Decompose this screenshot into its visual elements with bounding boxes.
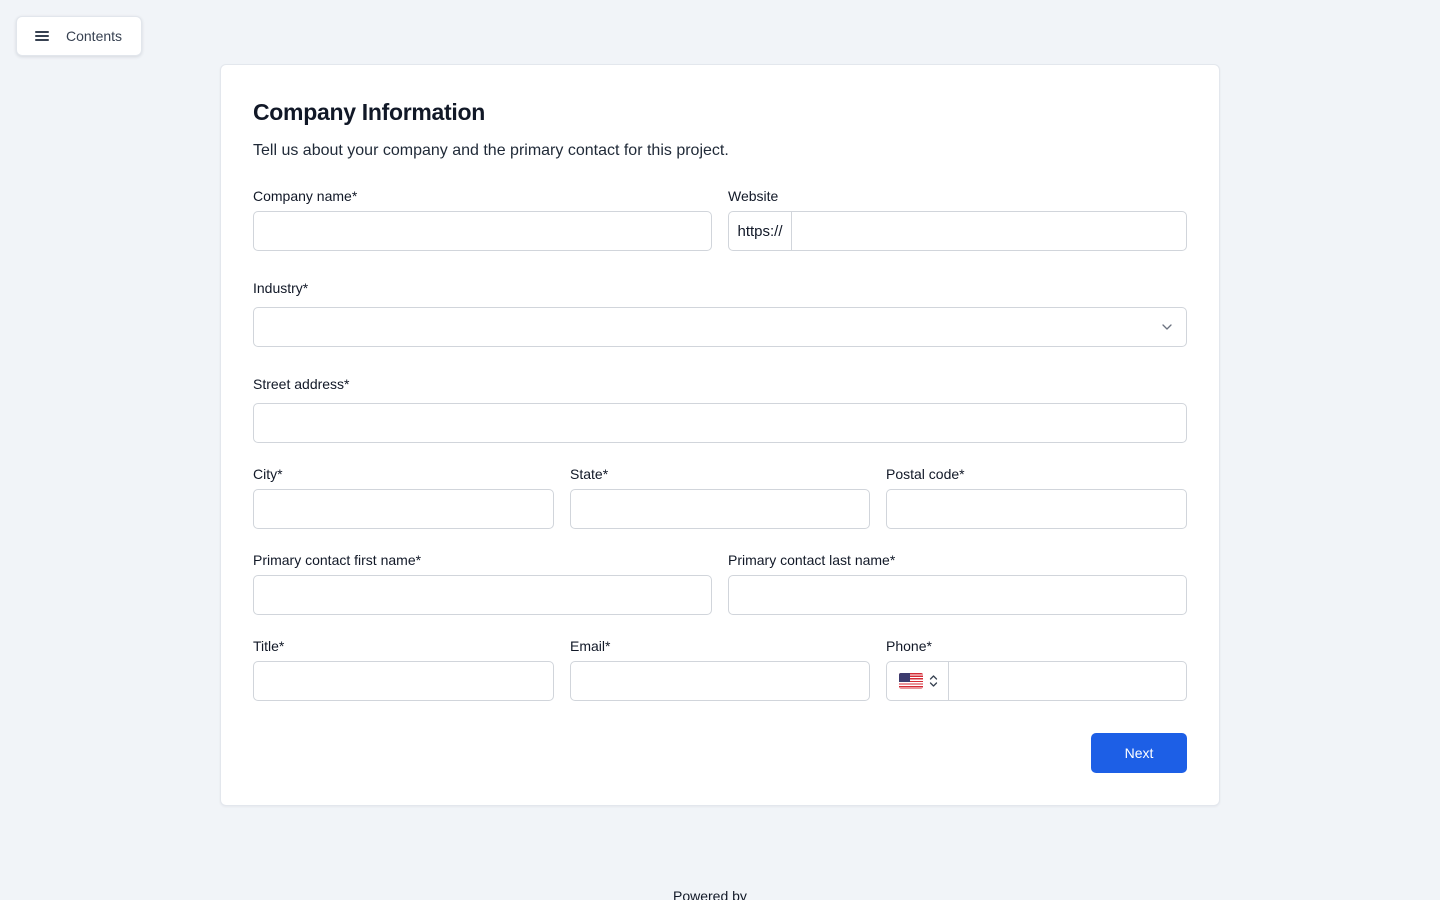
city-input[interactable] bbox=[253, 489, 554, 529]
street-address-label: Street address* bbox=[253, 376, 350, 392]
state-label: State* bbox=[570, 466, 609, 482]
menu-icon bbox=[35, 31, 49, 41]
website-label: Website bbox=[728, 188, 779, 204]
first-name-input[interactable] bbox=[253, 575, 712, 615]
title-input[interactable] bbox=[253, 661, 554, 701]
phone-country-select[interactable] bbox=[887, 662, 949, 700]
industry-select[interactable] bbox=[253, 307, 1187, 347]
page-title: Company Information bbox=[253, 99, 485, 125]
email-label: Email* bbox=[570, 638, 611, 654]
page-subtitle: Tell us about your company and the prima… bbox=[253, 142, 729, 159]
powered-by-text: Powered by bbox=[673, 888, 747, 900]
title-label: Title* bbox=[253, 638, 285, 654]
website-prefix: https:// bbox=[729, 212, 792, 250]
website-input[interactable] bbox=[792, 212, 1186, 250]
next-button[interactable]: Next bbox=[1091, 733, 1187, 773]
phone-field bbox=[886, 661, 1187, 701]
postal-code-label: Postal code* bbox=[886, 466, 965, 482]
website-field: https:// bbox=[728, 211, 1187, 251]
contents-button-label: Contents bbox=[66, 28, 123, 44]
us-flag-icon bbox=[899, 673, 923, 689]
last-name-input[interactable] bbox=[728, 575, 1187, 615]
last-name-label: Primary contact last name* bbox=[728, 552, 896, 568]
company-name-input[interactable] bbox=[253, 211, 712, 251]
phone-input[interactable] bbox=[949, 662, 1186, 700]
contents-button[interactable]: Contents bbox=[16, 16, 142, 56]
company-name-label: Company name* bbox=[253, 188, 358, 204]
city-label: City* bbox=[253, 466, 283, 482]
chevron-down-icon bbox=[1162, 324, 1172, 330]
first-name-label: Primary contact first name* bbox=[253, 552, 422, 568]
phone-label: Phone* bbox=[886, 638, 932, 654]
street-address-input[interactable] bbox=[253, 403, 1187, 443]
email-input[interactable] bbox=[570, 661, 870, 701]
chevron-up-down-icon bbox=[929, 675, 938, 687]
industry-label: Industry* bbox=[253, 280, 309, 296]
postal-code-input[interactable] bbox=[886, 489, 1187, 529]
state-input[interactable] bbox=[570, 489, 870, 529]
